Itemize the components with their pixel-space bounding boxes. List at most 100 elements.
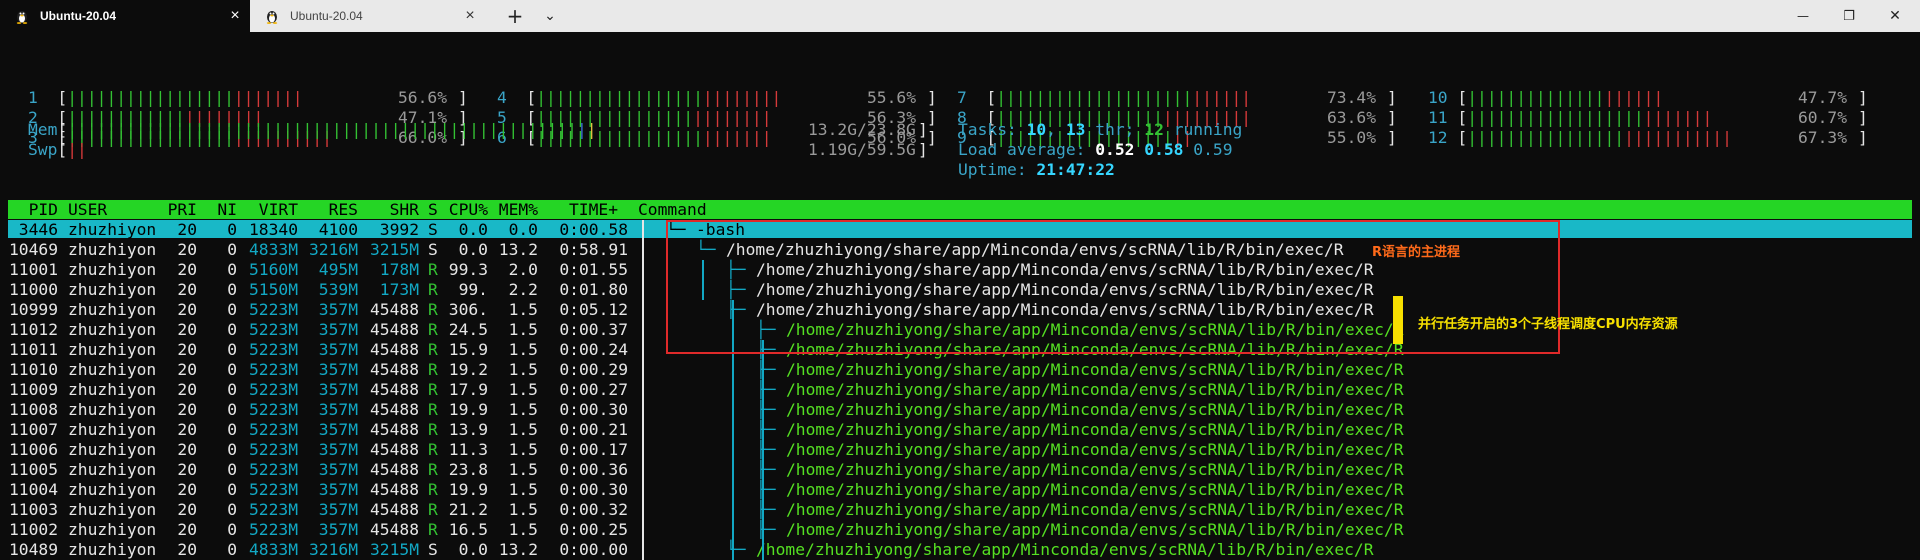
cell-res: 357M — [318, 300, 358, 319]
cell-pri: 20 — [177, 500, 197, 519]
tux-icon — [14, 8, 30, 24]
command-text[interactable]: /home/zhuzhiyong/share/app/Minconda/envs… — [786, 520, 1404, 540]
cell-mem: 2.2 — [508, 280, 538, 299]
column-header-command[interactable]: Command — [638, 200, 707, 220]
cell-virt: 5223M — [248, 440, 298, 459]
cell-user: zhuzhiyon — [68, 360, 157, 379]
cell-user: zhuzhiyon — [68, 340, 157, 359]
meter-green: |||||||||||||||||| — [1467, 108, 1644, 127]
cell-shr: 3992 — [379, 220, 419, 239]
title-bar: Ubuntu-20.04 × Ubuntu-20.04 × + ⌄ — ❐ ✕ — [0, 0, 1920, 32]
cell-user: zhuzhiyon — [68, 300, 157, 319]
command-text[interactable]: /home/zhuzhiyong/share/app/Minconda/envs… — [756, 540, 1374, 560]
command-text[interactable]: /home/zhuzhiyong/share/app/Minconda/envs… — [786, 440, 1404, 460]
cpu-meter-1: 1 [|||||||||||||||||||||||| — [28, 88, 303, 108]
cell-cpu: 19.9 — [448, 480, 488, 499]
cell-cpu: 13.9 — [448, 420, 488, 439]
column-header-res[interactable]: RES — [329, 200, 358, 220]
meter-bracket: ] — [1858, 108, 1868, 127]
cpu-meter-11: 11 [||||||||||||||||||||||||| — [1428, 108, 1712, 128]
swp-value: 1.19G/59.5G — [808, 140, 916, 159]
close-tab-icon[interactable]: × — [455, 7, 485, 25]
command-text[interactable]: /home/zhuzhiyong/share/app/Minconda/envs… — [786, 480, 1404, 500]
cell-pid: 11012 — [8, 320, 58, 339]
cell-ni: 0 — [227, 280, 237, 299]
cell-cpu: 23.8 — [448, 460, 488, 479]
cell-pid: 10489 — [8, 540, 58, 559]
command-text[interactable]: /home/zhuzhiyong/share/app/Minconda/envs… — [786, 500, 1404, 520]
command-text[interactable]: /home/zhuzhiyong/share/app/Minconda/envs… — [786, 460, 1404, 480]
cell-s: R — [428, 400, 438, 419]
tree-branch: ├─ — [756, 440, 786, 459]
column-header-mem[interactable]: MEM% — [499, 200, 538, 220]
cell-s: R — [428, 380, 438, 399]
cell-time: 0:00.30 — [559, 480, 628, 499]
terminal[interactable]: 1 [|||||||||||||||||||||||| 56.6%] 2 [||||… — [0, 32, 1920, 560]
cell-user: zhuzhiyon — [68, 420, 157, 439]
cell-pid: 11007 — [8, 420, 58, 439]
tree-branch: ├─ — [756, 460, 786, 479]
cell-pri: 20 — [177, 340, 197, 359]
tree-branch: ├─ — [756, 500, 786, 519]
cell-virt: 5150M — [248, 280, 298, 299]
command-text[interactable]: /home/zhuzhiyong/share/app/Minconda/envs… — [786, 400, 1404, 420]
tab-dropdown-button[interactable]: ⌄ — [535, 0, 565, 32]
cell-ni: 0 — [227, 500, 237, 519]
cell-mem: 1.5 — [508, 320, 538, 339]
cell-time: 0:00.32 — [559, 500, 628, 519]
column-header-ni[interactable]: NI — [217, 200, 237, 220]
cpu-number: 11 — [1428, 108, 1448, 127]
tree-branch: ├─ — [756, 400, 786, 419]
new-tab-button[interactable]: + — [500, 0, 530, 32]
maximize-button[interactable]: ❐ — [1826, 0, 1872, 32]
tab-title: Ubuntu-20.04 — [290, 9, 363, 23]
column-header-cpu[interactable]: CPU% — [449, 200, 488, 220]
column-header-pri[interactable]: PRI — [168, 200, 197, 220]
cell-pri: 20 — [177, 420, 197, 439]
command-text[interactable]: /home/zhuzhiyong/share/app/Minconda/envs… — [786, 420, 1404, 440]
cell-ni: 0 — [227, 300, 237, 319]
cell-shr: 45488 — [369, 380, 419, 399]
cell-res: 539M — [318, 280, 358, 299]
cell-res: 357M — [318, 320, 358, 339]
cpu-percent: 56.6% — [398, 88, 448, 107]
column-header-s[interactable]: S — [428, 200, 438, 220]
tab-ubuntu-inactive[interactable]: Ubuntu-20.04 × — [250, 0, 485, 32]
cell-pid: 11004 — [8, 480, 58, 499]
cpu-number: 1 — [28, 88, 38, 107]
command-text[interactable]: /home/zhuzhiyong/share/app/Minconda/envs… — [786, 360, 1404, 380]
cell-ni: 0 — [227, 400, 237, 419]
tab-ubuntu-active[interactable]: Ubuntu-20.04 × — [0, 0, 250, 32]
cell-cpu: 17.9 — [448, 380, 488, 399]
column-header-time[interactable]: TIME+ — [569, 200, 618, 220]
cpu-number: 12 — [1428, 128, 1448, 147]
column-header-user[interactable]: USER — [68, 200, 107, 220]
meter-bracket: ] — [1858, 88, 1868, 107]
window-close-button[interactable]: ✕ — [1872, 0, 1918, 32]
close-tab-icon[interactable]: × — [220, 7, 250, 25]
cpu-percent: 47.7% — [1798, 88, 1848, 107]
cell-ni: 0 — [227, 340, 237, 359]
column-header-shr[interactable]: SHR — [390, 200, 419, 220]
cell-cpu: 16.5 — [448, 520, 488, 539]
cell-user: zhuzhiyon — [68, 260, 157, 279]
meter-red: ||||||||||| — [1624, 128, 1732, 147]
cell-res: 357M — [318, 360, 358, 379]
cell-mem: 1.5 — [508, 400, 538, 419]
cell-s: R — [428, 460, 438, 479]
annotation-main-process: R语言的主进程 — [1372, 245, 1461, 260]
cpu-percent: 67.3% — [1798, 128, 1848, 147]
column-header-virt[interactable]: VIRT — [259, 200, 298, 220]
command-text[interactable]: /home/zhuzhiyong/share/app/Minconda/envs… — [786, 380, 1404, 400]
cell-time: 0:00.37 — [559, 320, 628, 339]
cell-user: zhuzhiyon — [68, 460, 157, 479]
meter-bracket: ] — [927, 108, 937, 127]
cell-shr: 45488 — [369, 320, 419, 339]
minimize-button[interactable]: — — [1780, 0, 1826, 32]
cell-time: 0:01.55 — [559, 260, 628, 279]
cell-mem: 1.5 — [508, 480, 538, 499]
column-header-pid[interactable]: PID — [29, 200, 58, 220]
cell-virt: 5223M — [248, 300, 298, 319]
cell-ni: 0 — [227, 260, 237, 279]
cell-shr: 45488 — [369, 480, 419, 499]
